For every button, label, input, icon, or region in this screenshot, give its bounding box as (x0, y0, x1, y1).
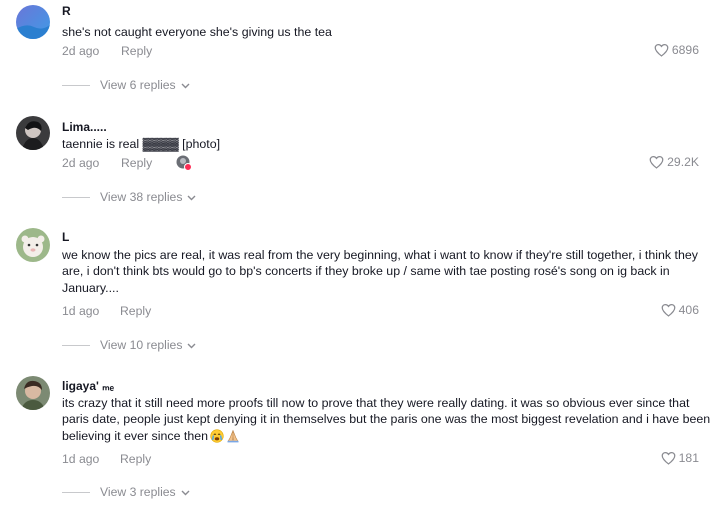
comment-timestamp: 1d ago (62, 452, 100, 466)
like-count: 406 (678, 303, 699, 317)
comment-timestamp: 2d ago (62, 44, 100, 58)
reply-button[interactable]: Reply (120, 452, 151, 466)
avatar[interactable] (16, 376, 50, 410)
chevron-down-icon (187, 190, 196, 204)
comment-3: L we know the pics are real, it was real… (0, 222, 719, 357)
like-count: 29.2K (667, 155, 699, 169)
like-count: 181 (678, 451, 699, 465)
view-replies-button[interactable]: View 6 replies (62, 78, 190, 92)
view-replies-label: View 6 replies (100, 78, 176, 92)
view-replies-button[interactable]: View 3 replies (62, 485, 190, 499)
avatar[interactable] (16, 228, 50, 262)
folded-hands-emoji-icon (226, 429, 240, 447)
avatar[interactable] (16, 5, 50, 39)
like-count: 6896 (671, 43, 699, 57)
heart-outline-icon (661, 303, 676, 317)
divider-line (62, 196, 90, 198)
heart-outline-icon (649, 155, 664, 169)
like-button[interactable]: 6896 (654, 43, 699, 57)
comment-text: taennie is real ▓▓▓▓ [photo] (62, 137, 221, 151)
comment-text: she's not caught everyone she's giving u… (62, 25, 332, 39)
divider-line (62, 84, 90, 86)
comment-timestamp: 1d ago (62, 304, 100, 318)
view-replies-button[interactable]: View 10 replies (62, 338, 196, 352)
reply-button[interactable]: Reply (121, 44, 152, 58)
avatar[interactable] (16, 116, 50, 150)
chevron-down-icon (187, 338, 196, 352)
comment-text: we know the pics are real, it was real f… (62, 248, 698, 295)
comment-timestamp: 2d ago (62, 156, 100, 170)
heart-outline-icon (661, 451, 676, 465)
divider-line (62, 491, 90, 493)
sticker-avatar-icon (176, 155, 192, 171)
view-replies-label: View 38 replies (100, 190, 183, 204)
comment-1: R she's not caught everyone she's giving… (0, 0, 719, 100)
comment-4: ligaya' ₘₑ its crazy that it still need … (0, 370, 719, 505)
like-button[interactable]: 181 (661, 451, 699, 465)
reply-button[interactable]: Reply (121, 156, 152, 170)
comment-username[interactable]: R (62, 4, 71, 18)
divider-line (62, 344, 90, 346)
heart-outline-icon (654, 43, 669, 57)
crying-face-emoji-icon (210, 429, 224, 447)
comment-text: its crazy that it still need more proofs… (62, 395, 712, 447)
comment-text-body: its crazy that it still need more proofs… (62, 396, 711, 443)
comment-username[interactable]: L (62, 230, 69, 244)
chevron-down-icon (181, 78, 190, 92)
view-replies-label: View 3 replies (100, 485, 176, 499)
reply-button[interactable]: Reply (120, 304, 151, 318)
like-button[interactable]: 29.2K (649, 155, 699, 169)
view-replies-label: View 10 replies (100, 338, 183, 352)
view-replies-button[interactable]: View 38 replies (62, 190, 196, 204)
like-button[interactable]: 406 (661, 303, 699, 317)
comment-username[interactable]: Lima..... (62, 120, 107, 134)
comment-username[interactable]: ligaya' ₘₑ (62, 379, 114, 393)
comment-2: Lima..... taennie is real ▓▓▓▓ [photo] 2… (0, 110, 719, 210)
chevron-down-icon (181, 485, 190, 499)
